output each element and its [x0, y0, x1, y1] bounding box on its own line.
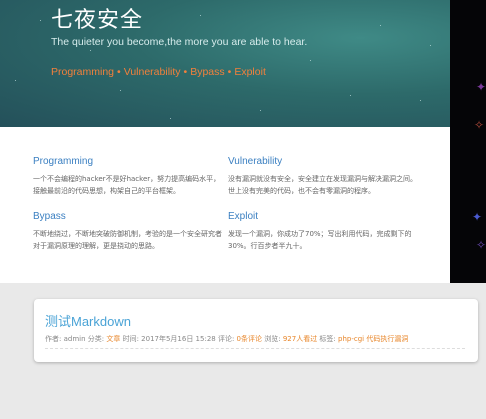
tags-label: 标签: [317, 335, 339, 343]
feature-title: Bypass [33, 211, 66, 222]
separator: • [227, 66, 232, 78]
topic-link-bypass[interactable]: Bypass [190, 66, 224, 78]
time-label: 时间: [120, 335, 142, 343]
post-views: 927人看过 [282, 335, 318, 343]
post-tags-link[interactable]: php-cgi 代码执行漏洞 [338, 335, 408, 343]
views-label: 浏览: [262, 335, 283, 343]
separator: • [117, 66, 121, 78]
author-label: 作者: [45, 335, 64, 343]
site-motto: The quieter you become,the more you are … [51, 36, 308, 48]
feature-text: 一个不会编程的hacker不是好hacker，努力提高编码水平，接触最前沿的代码… [33, 175, 221, 195]
hero-banner: 七夜安全 The quieter you become,the more you… [0, 0, 450, 127]
separator: • [183, 66, 188, 78]
feature-text: 发现一个漏洞，你成功了70%；写出利用代码，完成剩下的30%。行百步者半九十。 [228, 230, 412, 250]
post-category-link[interactable]: 文章 [106, 335, 120, 343]
feature-section [0, 127, 450, 283]
feature-exploit: Exploit 发现一个漏洞，你成功了70%；写出利用代码，完成剩下的30%。行… [228, 211, 418, 252]
post-time: 2017年5月16日 15:28 [141, 335, 216, 343]
decorative-glyph: ✧ [474, 118, 485, 132]
comments-label: 评论: [215, 335, 237, 343]
post-card: 测试Markdown 作者: admin 分类: 文章 时间: 2017年5月1… [34, 299, 478, 362]
post-meta: 作者: admin 分类: 文章 时间: 2017年5月16日 15:28 评论… [45, 334, 465, 349]
feature-vulnerability: Vulnerability 没有漏洞就没有安全，安全建立在发现漏洞与解决漏洞之间… [228, 156, 418, 197]
topic-link-programming[interactable]: Programming [51, 66, 114, 78]
post-title[interactable]: 测试Markdown [45, 311, 131, 330]
decorative-glyph: ✦ [472, 210, 483, 224]
decorative-glyph: ✦ [476, 80, 486, 94]
feature-title: Exploit [228, 211, 259, 222]
feature-title: Programming [33, 156, 94, 167]
feature-text: 没有漏洞就没有安全，安全建立在发现漏洞与解决漏洞之间。世上没有完美的代码，也不会… [228, 175, 417, 195]
feature-bypass: Bypass 不断地绕过，不断地突破防御机制，考验的是一个安全研究者对于漏洞原理… [33, 211, 223, 252]
feature-title: Vulnerability [228, 156, 283, 167]
topic-link-exploit[interactable]: Exploit [234, 66, 266, 78]
side-decoration-panel: ✦ ✧ ✦ ✧ [450, 0, 486, 283]
post-comments-link[interactable]: 0条评论 [237, 335, 262, 343]
feature-programming: Programming 一个不会编程的hacker不是好hacker，努力提高编… [33, 156, 223, 197]
decorative-glyph: ✧ [476, 238, 486, 252]
category-label: 分类: [85, 335, 107, 343]
topic-links: Programming • Vulnerability • Bypass • Exploit [51, 66, 266, 78]
feature-text: 不断地绕过，不断地突破防御机制，考验的是一个安全研究者对于漏洞原理的理解，更是挠… [33, 230, 222, 250]
site-title[interactable]: 七夜安全 [51, 2, 143, 34]
topic-link-vulnerability[interactable]: Vulnerability [124, 66, 181, 78]
post-author: admin [63, 335, 86, 343]
